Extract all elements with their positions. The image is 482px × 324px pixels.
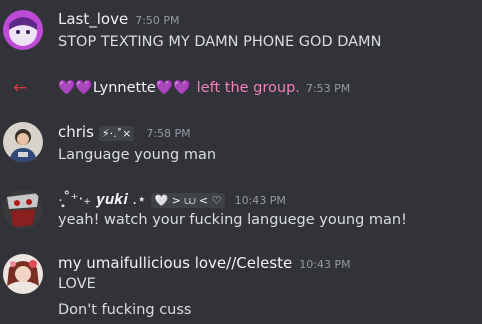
user-tag-badge[interactable]: 🤍 > ⩊ < ♡ bbox=[151, 193, 225, 208]
timestamp[interactable]: 7:50 PM bbox=[135, 14, 179, 27]
system-message-leave: ← 💜💜Lynnette💜💜 left the group. 7:53 PM bbox=[0, 77, 482, 99]
system-action-text: left the group. bbox=[196, 80, 300, 96]
purple-heart-icon: 💜💜 bbox=[155, 80, 191, 96]
avatar-celeste[interactable] bbox=[3, 254, 43, 294]
message-text: STOP TEXTING MY DAMN PHONE GOD DAMN bbox=[58, 34, 382, 50]
timestamp[interactable]: 7:58 PM bbox=[146, 127, 190, 140]
arrow-left-icon: ← bbox=[13, 78, 28, 98]
purple-heart-icon: 💜💜 bbox=[58, 80, 93, 96]
avatar-yuki[interactable] bbox=[3, 189, 43, 229]
user-tag-badge[interactable]: ⚡·.˚× bbox=[98, 126, 135, 141]
avatar-chris[interactable] bbox=[3, 122, 43, 162]
message-header: ·͙̥˚⁺‧₊ 𝒚𝒖𝒌𝒊 .⋆ 🤍 > ⩊ < ♡ 10:43 PM bbox=[58, 190, 286, 208]
message-text: Don't fucking cuss bbox=[58, 302, 192, 318]
username[interactable]: ·͙̥˚⁺‧₊ 𝒚𝒖𝒌𝒊 .⋆ bbox=[58, 190, 146, 208]
avatar-last-love[interactable] bbox=[3, 10, 43, 50]
message-header: my umaifullicious love//Celeste 10:43 PM bbox=[58, 254, 351, 272]
username[interactable]: Last_love bbox=[58, 10, 128, 28]
username[interactable]: my umaifullicious love//Celeste bbox=[58, 254, 292, 272]
message-header: chris ⚡·.˚× 7:58 PM bbox=[58, 123, 191, 141]
username[interactable]: chris bbox=[58, 123, 94, 141]
timestamp[interactable]: 10:43 PM bbox=[235, 194, 286, 207]
message-text: LOVE bbox=[58, 276, 96, 292]
message-text: yeah! watch your fucking languege young … bbox=[58, 212, 407, 228]
system-timestamp[interactable]: 7:53 PM bbox=[306, 82, 350, 95]
system-username[interactable]: Lynnette bbox=[93, 80, 156, 96]
message-text: Language young man bbox=[58, 147, 217, 163]
system-message-line: 💜💜Lynnette💜💜 left the group. 7:53 PM bbox=[58, 77, 350, 100]
message-header: Last_love 7:50 PM bbox=[58, 10, 180, 28]
timestamp[interactable]: 10:43 PM bbox=[299, 258, 350, 271]
